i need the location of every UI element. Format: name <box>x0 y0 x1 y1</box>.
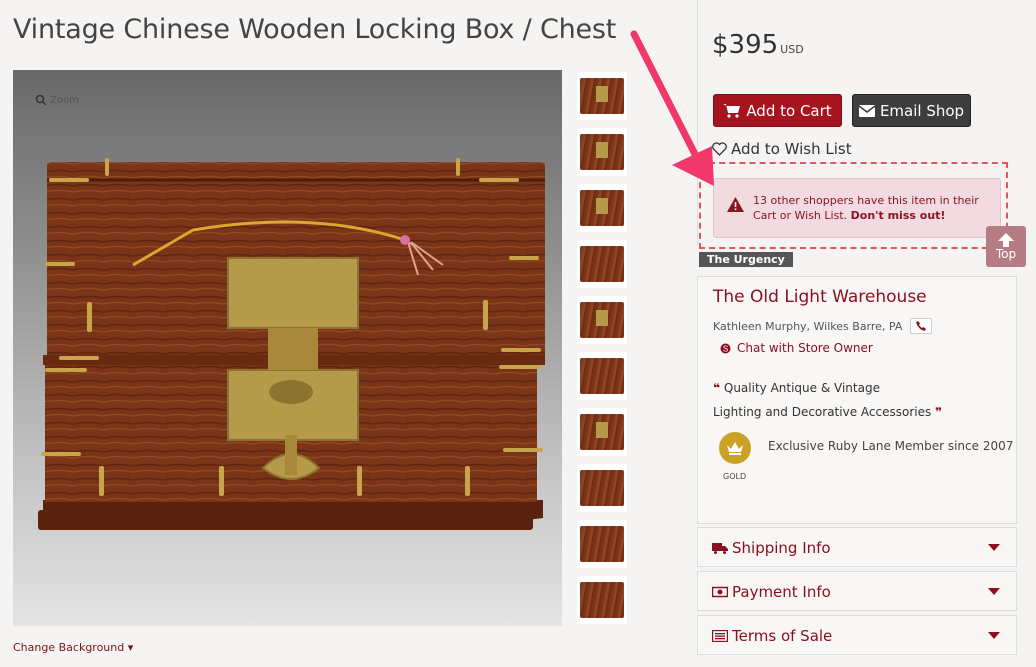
shop-owner: Kathleen Murphy, Wilkes Barre, PA <box>713 318 933 334</box>
back-to-top-label: Top <box>995 246 1017 261</box>
phone-icon <box>916 321 927 331</box>
email-shop-label: Email Shop <box>879 101 965 120</box>
shipping-info-accordion[interactable]: Shipping Info <box>697 527 1017 567</box>
shop-card: The Old Light Warehouse Kathleen Murphy,… <box>697 276 1017 524</box>
urgency-alert: 13 other shoppers have this item in thei… <box>713 178 1001 238</box>
change-background-label: Change Background <box>13 641 125 654</box>
gold-badge-label: GOLD <box>723 472 747 481</box>
email-shop-button[interactable]: Email Shop <box>852 94 971 127</box>
add-to-cart-button[interactable]: Add to Cart <box>713 94 842 127</box>
thumbnail[interactable] <box>577 352 627 400</box>
crown-icon <box>727 442 743 455</box>
chevron-down-icon <box>988 632 1000 639</box>
shop-name-link[interactable]: The Old Light Warehouse <box>713 287 927 307</box>
skype-icon: S <box>720 343 731 353</box>
urgency-annotation-label: The Urgency <box>699 252 793 267</box>
gold-badge <box>719 432 751 464</box>
warning-icon <box>727 197 744 212</box>
quote-close-icon: ❞ <box>935 405 943 419</box>
member-since: Exclusive Ruby Lane Member since 2007 <box>768 439 1014 453</box>
thumbnail[interactable] <box>577 296 627 344</box>
tagline-line1: Quality Antique & Vintage <box>723 381 880 395</box>
add-to-wishlist-label: Add to Wish List <box>731 140 852 158</box>
chat-with-owner-link[interactable]: S Chat with Store Owner <box>720 341 873 355</box>
tagline-line2: Lighting and Decorative Accessories <box>713 405 932 419</box>
chevron-down-icon <box>988 588 1000 595</box>
thumbnail[interactable] <box>577 464 627 512</box>
list-icon <box>712 630 728 642</box>
chevron-down-icon <box>988 544 1000 551</box>
terms-of-sale-accordion[interactable]: Terms of Sale <box>697 615 1017 655</box>
payment-info-accordion[interactable]: Payment Info <box>697 571 1017 611</box>
thumbnail[interactable] <box>577 240 627 288</box>
price-value: $395 <box>712 30 779 60</box>
thumbnail[interactable] <box>577 520 627 568</box>
price: $395 USD <box>712 30 804 60</box>
add-to-wishlist-link[interactable]: Add to Wish List <box>712 140 852 158</box>
product-main-image[interactable]: Zoom <box>13 70 562 626</box>
cart-icon <box>723 104 741 118</box>
chat-label: Chat with Store Owner <box>737 341 873 355</box>
urgency-emphasis: Don't miss out! <box>850 209 946 222</box>
phone-button[interactable] <box>910 318 933 334</box>
terms-of-sale-label: Terms of Sale <box>732 627 833 645</box>
urgency-message: 13 other shoppers have this item in thei… <box>753 193 993 223</box>
envelope-icon <box>858 104 875 117</box>
owner-location: Kathleen Murphy, Wilkes Barre, PA <box>713 319 903 333</box>
annotation-arrow <box>630 30 714 186</box>
money-icon <box>712 586 728 598</box>
page-title: Vintage Chinese Wooden Locking Box / Che… <box>13 14 617 45</box>
thumbnail[interactable] <box>577 408 627 456</box>
currency-code: USD <box>780 43 804 56</box>
add-to-cart-label: Add to Cart <box>746 101 832 120</box>
quote-open-icon: ❝ <box>713 381 721 395</box>
chest-photo <box>38 158 545 530</box>
change-background-link[interactable]: Change Background ▾ <box>13 641 133 654</box>
shipping-info-label: Shipping Info <box>732 539 831 557</box>
chevron-down-icon: ▾ <box>127 641 134 654</box>
thumbnail[interactable] <box>577 576 627 624</box>
arrow-up-icon <box>998 232 1014 247</box>
payment-info-label: Payment Info <box>732 583 831 601</box>
truck-icon <box>712 543 728 554</box>
thumbnail[interactable] <box>577 184 627 232</box>
shop-tagline: ❝ Quality Antique & Vintage Lighting and… <box>713 376 1008 424</box>
svg-text:S: S <box>723 344 728 353</box>
back-to-top-button[interactable]: Top <box>986 226 1026 267</box>
